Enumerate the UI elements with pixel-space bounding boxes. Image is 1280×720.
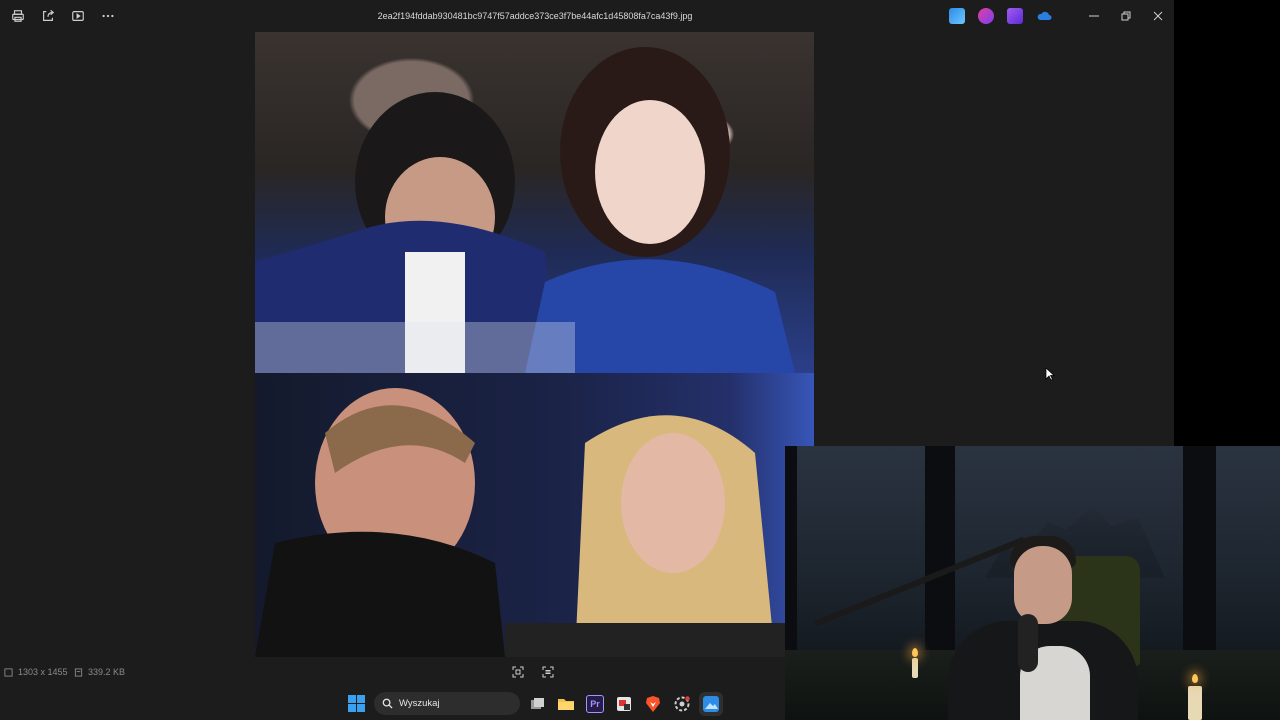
- slideshow-button[interactable]: [66, 4, 90, 28]
- task-view-icon[interactable]: [528, 695, 546, 713]
- search-placeholder: Wyszukaj: [399, 698, 440, 709]
- dimensions-text: 1303 x 1455: [18, 667, 68, 677]
- fit-window-icon: [512, 666, 524, 678]
- pinned-apps: Pr: [528, 687, 720, 720]
- file-name-title: 2ea2f194fddab930481bc9747f57addce373ce3f…: [377, 11, 693, 21]
- image-dimensions: 1303 x 1455: [4, 657, 68, 687]
- candle: [912, 658, 918, 678]
- minimize-icon: [1089, 15, 1099, 17]
- edit-icon[interactable]: [949, 8, 965, 24]
- file-explorer-icon[interactable]: [557, 695, 575, 713]
- share-button[interactable]: [36, 4, 60, 28]
- designer-icon[interactable]: [978, 8, 994, 24]
- candle-flame: [912, 648, 918, 657]
- restore-button[interactable]: [1110, 0, 1142, 32]
- app-integrations: [949, 8, 1052, 24]
- print-icon: [12, 10, 24, 22]
- more-icon: [102, 14, 114, 18]
- close-button[interactable]: [1142, 0, 1174, 32]
- close-icon: [1153, 11, 1163, 21]
- actual-size-button[interactable]: [540, 664, 556, 680]
- file-size-icon: [74, 667, 83, 677]
- displayed-image[interactable]: [255, 32, 814, 657]
- mic-arm: [813, 536, 1025, 627]
- minimize-button[interactable]: [1078, 0, 1110, 32]
- streamer-face: [1014, 546, 1072, 624]
- windows-taskbar: Wyszukaj Pr: [0, 687, 790, 720]
- photos-app-icon[interactable]: [702, 694, 720, 713]
- microphone: [1018, 614, 1038, 672]
- fit-to-window-button[interactable]: [510, 664, 526, 680]
- file-size-text: 339.2 KB: [88, 667, 126, 677]
- photo-top-half: [255, 32, 814, 373]
- premiere-pro-icon[interactable]: Pr: [586, 694, 604, 713]
- print-button[interactable]: [6, 4, 30, 28]
- viewer-toolbar: [6, 0, 120, 32]
- photo-tool-icon[interactable]: [615, 695, 633, 713]
- restore-icon: [1121, 11, 1131, 21]
- title-bar: 2ea2f194fddab930481bc9747f57addce373ce3f…: [0, 0, 1174, 32]
- windows-logo-icon: [348, 695, 356, 703]
- photo-bottom-half: [255, 373, 814, 657]
- mouse-cursor: [1045, 367, 1055, 381]
- slideshow-icon: [72, 11, 84, 21]
- title-bar-right: [949, 0, 1174, 32]
- actual-size-icon: [542, 666, 554, 678]
- clipchamp-icon[interactable]: [1007, 8, 1023, 24]
- taskbar-search[interactable]: Wyszukaj: [374, 692, 520, 715]
- brave-browser-icon[interactable]: [644, 695, 662, 713]
- webcam-overlay: [785, 446, 1280, 720]
- settings-icon[interactable]: [673, 695, 691, 713]
- share-icon: [43, 9, 55, 21]
- candle: [1188, 686, 1202, 720]
- onedrive-icon[interactable]: [1036, 8, 1052, 24]
- dimensions-icon: [4, 667, 13, 677]
- more-options-button[interactable]: [96, 4, 120, 28]
- file-size: 339.2 KB: [74, 657, 125, 687]
- start-button[interactable]: [348, 695, 365, 712]
- view-controls: [510, 657, 556, 687]
- candle-flame: [1192, 674, 1198, 683]
- search-icon: [382, 698, 393, 709]
